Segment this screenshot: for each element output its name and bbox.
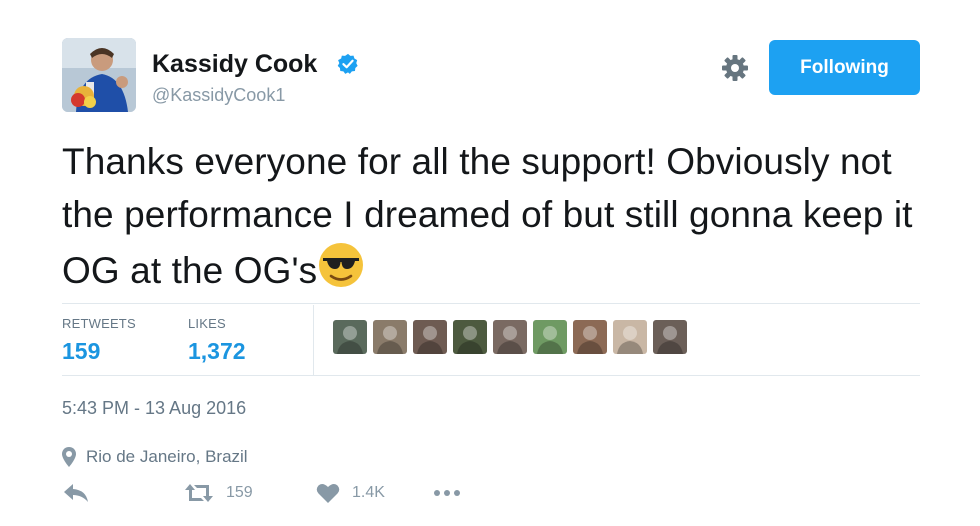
- liker-avatar[interactable]: [493, 320, 527, 354]
- stats-divider-bottom: [62, 375, 920, 376]
- following-button[interactable]: Following: [769, 40, 920, 95]
- likes-count[interactable]: 1,372: [188, 338, 246, 365]
- reply-icon: [64, 484, 88, 502]
- more-dots-icon: [434, 490, 460, 496]
- location-pin-icon: [62, 447, 76, 467]
- retweets-count[interactable]: 159: [62, 338, 100, 365]
- liker-avatars: [333, 320, 687, 354]
- gear-icon[interactable]: [719, 52, 751, 84]
- liker-avatar[interactable]: [453, 320, 487, 354]
- tweet-text: Thanks everyone for all the support! Obv…: [62, 135, 942, 297]
- retweet-icon: [185, 484, 213, 502]
- likes-label: LIKES: [188, 316, 226, 331]
- liker-avatar[interactable]: [413, 320, 447, 354]
- location-text: Rio de Janeiro, Brazil: [86, 447, 248, 466]
- liker-avatar[interactable]: [613, 320, 647, 354]
- handle[interactable]: @KassidyCook1: [152, 85, 285, 106]
- liker-avatar[interactable]: [333, 320, 367, 354]
- avatar-image: [62, 38, 136, 112]
- liker-avatar[interactable]: [653, 320, 687, 354]
- verified-badge-icon: [337, 53, 358, 74]
- retweet-button[interactable]: 159: [184, 482, 253, 504]
- retweet-count: 159: [226, 484, 253, 501]
- tweet-location[interactable]: Rio de Janeiro, Brazil: [62, 447, 248, 467]
- more-button[interactable]: [432, 482, 462, 504]
- avatar[interactable]: [62, 38, 136, 112]
- display-name[interactable]: Kassidy Cook: [152, 50, 317, 79]
- like-button[interactable]: 1.4K: [316, 482, 385, 504]
- liker-avatar[interactable]: [373, 320, 407, 354]
- tweet-text-body: Thanks everyone for all the support! Obv…: [62, 141, 913, 291]
- retweets-label: RETWEETS: [62, 316, 136, 331]
- liker-avatar[interactable]: [533, 320, 567, 354]
- liker-avatar[interactable]: [573, 320, 607, 354]
- sunglasses-emoji-icon: [319, 243, 364, 287]
- reply-button[interactable]: [62, 482, 90, 504]
- tweet-timestamp[interactable]: 5:43 PM - 13 Aug 2016: [62, 398, 246, 419]
- like-count: 1.4K: [352, 484, 385, 501]
- stats-separator: [313, 305, 314, 375]
- heart-icon: [316, 484, 340, 503]
- stats-divider-top: [62, 303, 920, 304]
